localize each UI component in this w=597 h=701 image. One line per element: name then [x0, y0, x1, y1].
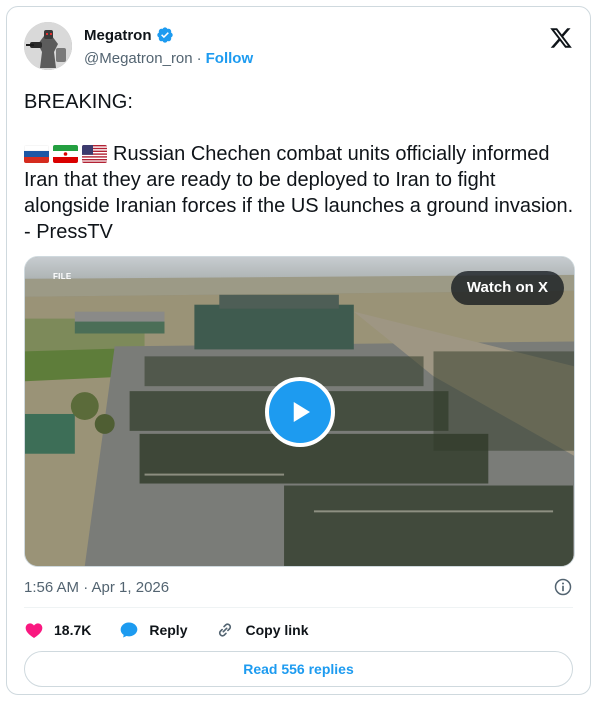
timestamp[interactable]: 1:56 AM · Apr 1, 2026 [24, 579, 169, 596]
robot-avatar-icon [24, 22, 72, 70]
tweet-text: BREAKING: Russian Chechen combat units o… [24, 89, 574, 245]
play-icon [293, 402, 310, 422]
russia-flag-icon [24, 145, 49, 163]
name-row: Megatron [84, 26, 174, 44]
link-icon [219, 623, 232, 637]
flag-emojis [24, 145, 107, 163]
verified-badge-icon [156, 27, 173, 43]
tweet-header: Megatron @Megatron_ron · Follow [24, 22, 573, 78]
iran-flag-icon [53, 145, 78, 163]
tweet-body-paragraph: Russian Chechen combat units officially … [24, 141, 574, 245]
avatar[interactable] [24, 22, 72, 70]
copy-link-button[interactable]: Copy link [215, 620, 309, 640]
tweet-embed-card: Megatron @Megatron_ron · Follow BREAKING… [6, 6, 591, 695]
reply-label: Reply [149, 622, 188, 638]
action-bar: 18.7K Reply Copy link [24, 617, 337, 643]
x-logo-icon[interactable] [549, 26, 573, 50]
heart-icon [25, 623, 43, 638]
separator-dot: · [196, 50, 202, 67]
info-icon[interactable] [553, 577, 573, 597]
usa-flag-icon [82, 145, 107, 163]
reply-bubble-icon [121, 622, 138, 638]
follow-button[interactable]: Follow [206, 50, 254, 67]
read-replies-button[interactable]: Read 556 replies [24, 651, 573, 687]
divider [24, 607, 573, 608]
handle-row: @Megatron_ron · Follow [84, 50, 253, 67]
handle[interactable]: @Megatron_ron [84, 50, 193, 67]
reply-button[interactable]: Reply [119, 620, 187, 640]
copy-link-label: Copy link [245, 622, 309, 638]
meta-row: 1:56 AM · Apr 1, 2026 [24, 575, 573, 599]
display-name[interactable]: Megatron [84, 27, 152, 44]
watch-on-x-button[interactable]: Watch on X [450, 271, 564, 305]
play-button[interactable] [265, 377, 335, 447]
like-button[interactable]: 18.7K [24, 620, 91, 640]
video-player[interactable]: FILE Watch on X [24, 256, 575, 567]
file-tag: FILE [53, 272, 72, 281]
tweet-heading: BREAKING: [24, 91, 133, 113]
like-count: 18.7K [54, 622, 92, 638]
